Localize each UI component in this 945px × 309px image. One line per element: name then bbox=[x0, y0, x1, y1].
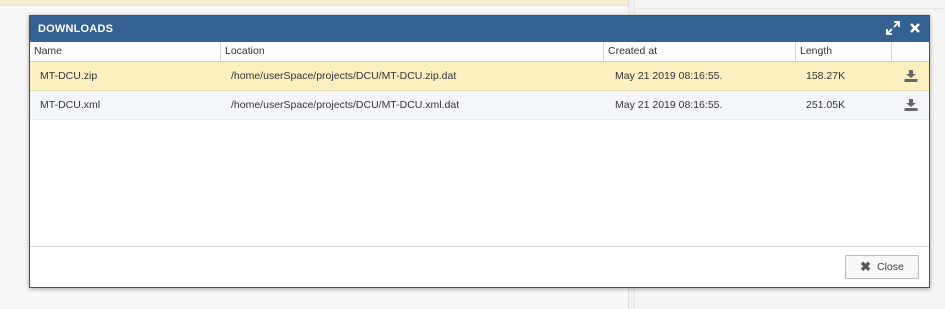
cell-length: 251.05K bbox=[806, 99, 846, 111]
download-icon[interactable] bbox=[904, 99, 918, 111]
table-header: Name Location Created at Length bbox=[30, 42, 929, 62]
column-header-location[interactable]: Location bbox=[221, 42, 604, 61]
dialog-footer: ✖ Close bbox=[30, 247, 929, 287]
maximize-icon[interactable] bbox=[886, 21, 900, 37]
table-row[interactable]: MT-DCU.xml /home/userSpace/projects/DCU/… bbox=[30, 91, 929, 120]
download-action[interactable] bbox=[892, 62, 929, 90]
cell-created-at: May 21 2019 08:16:55. bbox=[615, 70, 723, 82]
column-header-name[interactable]: Name bbox=[30, 42, 221, 61]
cell-length: 158.27K bbox=[806, 70, 846, 82]
column-header-length[interactable]: Length bbox=[796, 42, 892, 61]
cell-created-at: May 21 2019 08:16:55. bbox=[615, 99, 723, 111]
cell-location: /home/userSpace/projects/DCU/MT-DCU.xml.… bbox=[231, 99, 460, 111]
close-x-icon: ✖ bbox=[860, 259, 872, 274]
download-icon[interactable] bbox=[904, 70, 918, 82]
downloads-table: Name Location Created at Length MT-DCU.z… bbox=[30, 42, 929, 247]
download-action[interactable] bbox=[892, 91, 929, 119]
cell-name: MT-DCU.zip bbox=[40, 70, 98, 82]
dialog-actions bbox=[886, 21, 921, 37]
dialog-title: DOWNLOADS bbox=[38, 23, 114, 35]
column-header-actions bbox=[892, 42, 929, 61]
dialog-header: DOWNLOADS bbox=[30, 16, 929, 42]
close-button[interactable]: ✖ Close bbox=[845, 255, 919, 279]
close-button-label: Close bbox=[877, 261, 904, 273]
cell-location: /home/userSpace/projects/DCU/MT-DCU.zip.… bbox=[231, 70, 457, 82]
cell-name: MT-DCU.xml bbox=[40, 99, 101, 111]
table-row[interactable]: MT-DCU.zip /home/userSpace/projects/DCU/… bbox=[30, 62, 929, 91]
column-header-created-at[interactable]: Created at bbox=[604, 42, 796, 61]
close-icon[interactable] bbox=[909, 22, 921, 36]
downloads-dialog: DOWNLOADS Name Location Created at Lengt… bbox=[29, 15, 930, 288]
